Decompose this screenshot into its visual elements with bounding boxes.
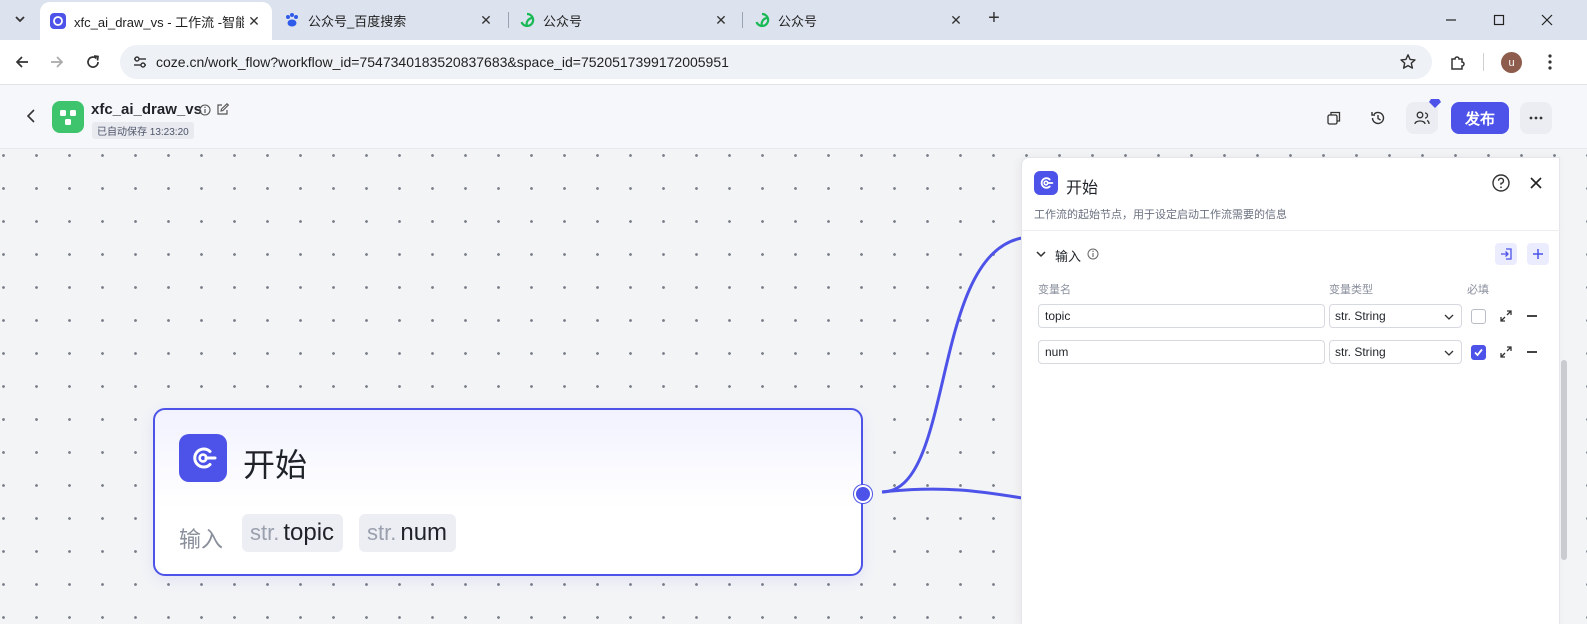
start-node[interactable]: 开始 输入 str. topic str. num — [153, 408, 863, 576]
input-section-title: 输入 — [1055, 250, 1082, 265]
window-close-icon[interactable] — [1523, 0, 1571, 40]
publish-button[interactable]: 发布 — [1451, 102, 1509, 134]
param-type: str. — [250, 520, 280, 545]
tab-xfc-ai-draw[interactable]: xfc_ai_draw_vs - 工作流 -智能 ✕ — [40, 2, 272, 40]
toolbar-divider — [1483, 53, 1484, 71]
diamond-badge-icon — [1429, 99, 1441, 108]
remove-variable-icon[interactable] — [1527, 346, 1539, 358]
browser-toolbar: coze.cn/work_flow?workflow_id=7547340183… — [0, 40, 1587, 85]
tab-title: xfc_ai_draw_vs - 工作流 -智能 — [74, 14, 244, 30]
start-node-icon — [1034, 171, 1058, 195]
tab-title: 公众号 — [778, 13, 818, 29]
users-icon — [1414, 111, 1430, 125]
maximize-icon[interactable] — [1475, 0, 1523, 40]
workflow-header: xfc_ai_draw_vs 已自动保存 13:23:20 发布 — [0, 85, 1587, 149]
tab-close-icon[interactable]: ✕ — [946, 10, 966, 30]
column-header-type: 变量类型 — [1329, 283, 1373, 296]
chevron-down-icon — [1444, 314, 1454, 320]
param-type: str. — [367, 520, 397, 545]
param-tag-num: str. num — [359, 514, 457, 552]
bookmark-star-icon[interactable] — [1398, 52, 1418, 72]
tab-baidu-search[interactable]: 公众号_百度搜索 ✕ — [274, 0, 504, 40]
tab-separator — [742, 12, 743, 28]
column-header-name: 变量名 — [1038, 283, 1071, 296]
variable-type-value: str. String — [1335, 309, 1386, 323]
import-variables-icon[interactable] — [1495, 243, 1517, 265]
panel-divider — [1022, 230, 1561, 231]
tab-search-chevron-icon[interactable] — [8, 7, 32, 31]
variable-type-select[interactable]: str. String — [1329, 340, 1462, 364]
add-variable-plus-icon[interactable] — [1527, 243, 1549, 265]
info-icon[interactable] — [199, 104, 211, 116]
tab-title: 公众号 — [543, 13, 583, 29]
start-node-icon — [179, 434, 227, 482]
wechat-spiral-icon — [754, 12, 770, 28]
tab-gongzhonghao-1[interactable]: 公众号 ✕ — [509, 0, 739, 40]
variable-name-input[interactable] — [1038, 304, 1325, 328]
edit-icon[interactable] — [216, 103, 229, 116]
variable-name-input[interactable] — [1038, 340, 1325, 364]
minimize-icon[interactable] — [1427, 0, 1475, 40]
param-name: num — [400, 519, 448, 546]
profile-avatar[interactable]: u — [1501, 52, 1522, 73]
required-checkbox[interactable] — [1471, 309, 1486, 324]
collaborators-button[interactable] — [1406, 99, 1441, 134]
reload-icon[interactable] — [81, 50, 105, 74]
section-collapse-chevron-icon[interactable] — [1034, 247, 1048, 261]
panel-title: 开始 — [1066, 178, 1099, 197]
tab-close-icon[interactable]: ✕ — [244, 11, 264, 31]
param-tag-topic: str. topic — [242, 514, 344, 552]
coze-favicon-icon — [50, 13, 66, 29]
param-name: topic — [283, 519, 335, 546]
history-clock-icon[interactable] — [1362, 102, 1394, 134]
forward-arrow-icon[interactable] — [45, 50, 69, 74]
start-node-output-port[interactable] — [854, 485, 872, 503]
tab-title: 公众号_百度搜索 — [308, 13, 407, 29]
browser-tab-strip: xfc_ai_draw_vs - 工作流 -智能 ✕ 公众号_百度搜索 ✕ 公众… — [0, 0, 1587, 40]
column-header-required: 必填 — [1467, 283, 1489, 296]
url-text: coze.cn/work_flow?workflow_id=7547340183… — [156, 54, 729, 70]
node-input-label: 输入 — [179, 528, 224, 553]
panel-description: 工作流的起始节点，用于设定启动工作流需要的信息 — [1034, 208, 1287, 221]
panel-close-icon[interactable] — [1526, 173, 1546, 193]
browser-menu-icon[interactable] — [1538, 50, 1562, 74]
checkmark-icon — [1474, 348, 1483, 357]
node-title: 开始 — [243, 446, 308, 484]
variable-type-value: str. String — [1335, 345, 1386, 359]
remove-variable-icon[interactable] — [1527, 310, 1539, 322]
variable-type-select[interactable]: str. String — [1329, 304, 1462, 328]
workflow-logo-icon — [52, 101, 84, 133]
baidu-paw-icon — [284, 12, 300, 28]
expand-arrows-icon[interactable] — [1499, 309, 1513, 323]
chevron-down-icon — [1444, 350, 1454, 356]
extensions-puzzle-icon[interactable] — [1446, 50, 1470, 74]
help-icon[interactable] — [1491, 173, 1511, 193]
info-icon[interactable] — [1087, 248, 1099, 260]
address-bar[interactable]: coze.cn/work_flow?workflow_id=7547340183… — [120, 45, 1432, 79]
copy-icon[interactable] — [1318, 102, 1350, 134]
tab-gongzhonghao-2[interactable]: 公众号 ✕ — [744, 0, 974, 40]
wechat-spiral-icon — [519, 12, 535, 28]
site-settings-icon[interactable] — [130, 52, 150, 72]
required-checkbox[interactable] — [1471, 345, 1486, 360]
tab-close-icon[interactable]: ✕ — [476, 10, 496, 30]
more-options-icon[interactable] — [1520, 102, 1552, 134]
expand-arrows-icon[interactable] — [1499, 345, 1513, 359]
panel-scrollbar[interactable] — [1561, 360, 1567, 560]
new-tab-plus-icon[interactable]: + — [984, 8, 1004, 29]
back-arrow-icon[interactable] — [10, 50, 34, 74]
node-config-panel: 开始 工作流的起始节点，用于设定启动工作流需要的信息 输入 变量名 变量类型 必… — [1021, 157, 1561, 624]
tab-close-icon[interactable]: ✕ — [711, 10, 731, 30]
autosave-status: 已自动保存 13:23:20 — [92, 122, 194, 139]
back-chevron-icon[interactable] — [20, 105, 42, 127]
workflow-name: xfc_ai_draw_vs — [91, 101, 202, 118]
